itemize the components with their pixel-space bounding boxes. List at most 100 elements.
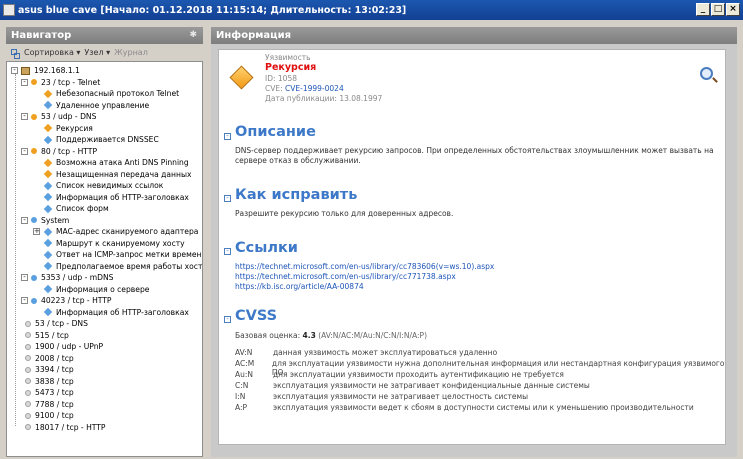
tree-service-node[interactable]: 1900 / udp - UPnP [21, 341, 103, 352]
tree-service-node[interactable]: 53 / tcp - DNS [21, 318, 88, 329]
reference-link-3[interactable]: https://kb.isc.org/article/AA-00874 [235, 282, 364, 291]
information-header: Информация [211, 27, 737, 44]
tree-node-label: 3394 / tcp [35, 365, 74, 374]
severity-diamond-icon [43, 89, 53, 98]
tree-vulnerability-node[interactable]: Небезопасный протокол Telnet [33, 88, 179, 99]
expand-icon[interactable]: + [33, 228, 40, 235]
tree-service-node[interactable]: 18017 / tcp - HTTP [21, 422, 106, 433]
tree-service-node[interactable]: - 80 / tcp - HTTP [21, 146, 97, 157]
description-collapse-icon[interactable]: - [224, 133, 231, 140]
tree-service-node[interactable]: 5473 / tcp [21, 387, 74, 398]
vuln-category: Уязвимость [265, 53, 311, 62]
tree-vulnerability-node[interactable]: Информация об HTTP-заголовках [33, 307, 189, 318]
tree-node-label: Предполагаемое время работы хоста п [56, 261, 203, 271]
port-icon [25, 355, 31, 361]
tree-service-node[interactable]: - 40223 / tcp - HTTP [21, 295, 112, 306]
tree-vulnerability-node[interactable]: Предполагаемое время работы хоста п [33, 261, 203, 272]
tree-service-node[interactable]: - 53 / udp - DNS [21, 111, 96, 122]
port-icon [25, 332, 31, 338]
tree-vulnerability-node[interactable]: Ответ на ICMP-запрос метки времени [33, 249, 202, 260]
collapse-icon[interactable]: - [21, 78, 28, 86]
tree-service-node[interactable]: 515 / tcp [21, 330, 69, 341]
minimize-button[interactable]: _ [696, 3, 710, 16]
zoom-icon[interactable] [700, 67, 713, 80]
tree-node-label: 7788 / tcp [35, 399, 74, 409]
port-icon [25, 343, 31, 350]
navigator-panel: Навигатор ✱ Сортировка ▾ Узел ▾ Журнал -… [6, 27, 203, 457]
log-button[interactable]: Журнал [114, 48, 148, 57]
tree-node-label: Небезопасный протокол Telnet [56, 89, 180, 98]
cvss-score-label: Базовая оценка: [235, 331, 301, 340]
tree-vulnerability-node[interactable]: Удаленное управление [33, 100, 149, 111]
tree-vulnerability-node[interactable]: + MAC-адрес сканируемого адаптера [33, 226, 198, 237]
tree-service-node[interactable]: - 23 / tcp - Telnet [21, 77, 100, 88]
sort-menu[interactable]: Сортировка ▾ [24, 48, 80, 57]
description-title: Описание [235, 124, 316, 140]
tree-node-label: Возможна атака Anti DNS Pinning [56, 158, 189, 167]
close-button[interactable]: × [726, 3, 740, 16]
reference-link-2[interactable]: https://technet.microsoft.com/en-us/libr… [235, 272, 456, 281]
node-menu[interactable]: Узел ▾ [84, 48, 110, 57]
cvss-score: 4.3 [302, 331, 316, 340]
tree-guide-line [15, 74, 16, 426]
reference-link-1[interactable]: https://technet.microsoft.com/en-us/libr… [235, 262, 494, 271]
tree-node-label: Маршрут к сканируемому хосту [56, 238, 185, 248]
tree-node-label: 5353 / udp - mDNS [41, 273, 114, 282]
tree-service-node[interactable]: - 5353 / udp - mDNS [21, 272, 113, 283]
severity-diamond-icon [43, 158, 53, 167]
tree-node-label: Незащищенная передача данных [56, 169, 192, 179]
tree-service-node[interactable]: 3394 / tcp [21, 364, 74, 375]
window-titlebar: asus blue cave [Начало: 01.12.2018 11:15… [0, 0, 743, 20]
collapse-icon[interactable]: - [21, 297, 28, 304]
tree-service-node[interactable]: 9100 / tcp [21, 410, 74, 421]
tree-service-node[interactable]: - System [21, 215, 69, 226]
cvss-row: C:N эксплуатация уязвимости не затрагивае… [235, 381, 590, 390]
cvss-code: AV:N [235, 348, 253, 357]
tree-vulnerability-node[interactable]: Информация о сервере [33, 284, 149, 295]
cvss-text: эксплуатация уязвимости не затрагивает ц… [273, 392, 529, 401]
tree-vulnerability-node[interactable]: Незащищенная передача данных [33, 169, 191, 180]
tree-root[interactable]: - 192.168.1.1 [11, 65, 80, 76]
cvss-score-line: Базовая оценка: 4.3 (AV:N/AC:M/Au:N/C:N/… [235, 331, 427, 340]
tree-vulnerability-node[interactable]: Возможна атака Anti DNS Pinning [33, 157, 189, 168]
sort-icon [10, 48, 20, 59]
collapse-icon[interactable]: - [11, 67, 18, 74]
service-icon [31, 79, 37, 85]
cvss-row: Au:N для эксплуатации уязвимости проходит… [235, 370, 564, 379]
maximize-button[interactable]: □ [711, 3, 725, 16]
severity-diamond-icon [43, 100, 53, 110]
collapse-icon[interactable]: - [21, 274, 28, 281]
tree-vulnerability-node[interactable]: Маршрут к сканируемому хосту [33, 238, 185, 249]
tree-vulnerability-node[interactable]: Информация об HTTP-заголовках [33, 192, 189, 203]
window-title: asus blue cave [Начало: 01.12.2018 11:15… [18, 4, 407, 16]
tree-node-label: 23 / tcp - Telnet [41, 77, 101, 87]
tree-service-node[interactable]: 3838 / tcp [21, 376, 74, 387]
vuln-published: Дата публикации: 13.08.1997 [265, 94, 383, 103]
collapse-icon[interactable]: - [21, 216, 28, 224]
collapse-icon[interactable]: - [21, 113, 28, 120]
pin-icon[interactable]: ✱ [189, 27, 197, 44]
fix-collapse-icon[interactable]: - [224, 195, 231, 202]
tree-node-label: 80 / tcp - HTTP [41, 146, 98, 156]
tree-vulnerability-node[interactable]: Рекурсия [33, 123, 93, 134]
window-controls: _ □ × [696, 3, 740, 16]
information-panel: Информация Уязвимость Рекурсия ID: 1058 … [211, 27, 737, 457]
service-icon [31, 148, 37, 154]
cvss-code: A:P [235, 403, 248, 412]
cvss-code: Au:N [235, 370, 254, 379]
tree-node-label: Список невидимых ссылок [56, 181, 164, 190]
tree-service-node[interactable]: 7788 / tcp [21, 399, 74, 410]
tree-vulnerability-node[interactable]: Список форм [33, 203, 109, 214]
cvss-collapse-icon[interactable]: - [224, 316, 231, 323]
navigator-tree[interactable]: - 192.168.1.1 - 23 / tcp - Telnet Небезопа… [6, 61, 203, 457]
tree-node-label: MAC-адрес сканируемого адаптера [56, 227, 199, 236]
tree-service-node[interactable]: 2008 / tcp [21, 353, 74, 364]
tree-node-label: Рекурсия [56, 123, 93, 133]
collapse-icon[interactable]: - [21, 147, 28, 155]
tree-vulnerability-node[interactable]: Поддерживается DNSSEC [33, 134, 159, 145]
links-collapse-icon[interactable]: - [224, 248, 231, 255]
cve-link[interactable]: CVE-1999-0024 [285, 84, 344, 93]
cvss-code: C:N [235, 381, 249, 390]
port-icon [25, 378, 31, 384]
tree-vulnerability-node[interactable]: Список невидимых ссылок [33, 180, 163, 191]
